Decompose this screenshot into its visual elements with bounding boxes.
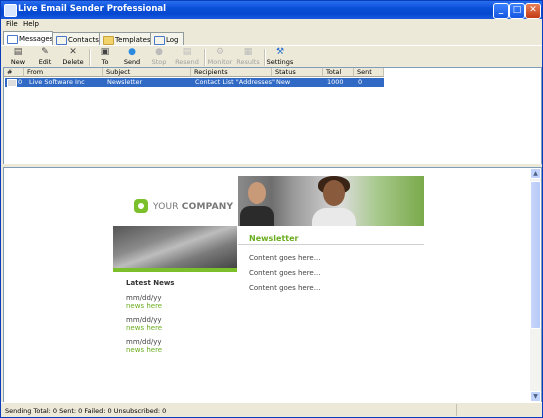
cell-status: New <box>276 78 291 86</box>
maximize-button[interactable]: □ <box>509 3 525 19</box>
messages-table: # From Subject Recipients Status Total S… <box>3 67 542 165</box>
column-header-total[interactable]: Total <box>323 68 354 77</box>
cell-from: Live Software Inc <box>29 78 85 86</box>
contacts-icon <box>56 36 67 45</box>
status-text: Sending Total: 0 Sent: 0 Failed: 0 Unsub… <box>5 407 167 415</box>
status-bar: Sending Total: 0 Sent: 0 Failed: 0 Unsub… <box>1 402 542 418</box>
photo-woman-face <box>323 180 345 206</box>
photo-man-body <box>240 206 274 226</box>
cell-recipients: Contact List "Addresses" <box>195 78 276 86</box>
photo-man-face <box>248 182 266 204</box>
settings-icon: ⚒ <box>275 47 285 57</box>
window-title: Live Email Sender Professional <box>18 4 167 14</box>
scroll-down-icon[interactable]: ▼ <box>530 391 541 402</box>
content-line: Content goes here... <box>249 269 321 277</box>
tab-templates[interactable]: Templates <box>99 32 151 45</box>
monitor-icon: ⚙ <box>215 47 225 57</box>
news-date: mm/dd/yy <box>126 338 162 346</box>
new-icon: ▤ <box>13 47 23 57</box>
menu-help[interactable]: Help <box>23 20 39 28</box>
to-icon: ▣ <box>100 47 110 57</box>
tab-strip: Messages Contacts Templates Log <box>1 31 542 46</box>
column-header-subject[interactable]: Subject <box>103 68 191 77</box>
settings-button[interactable]: ⚒ Settings <box>266 47 294 67</box>
news-link[interactable]: news here <box>126 302 162 310</box>
tab-log[interactable]: Log <box>150 32 184 45</box>
table-row[interactable]: 0 Live Software Inc Newsletter Contact L… <box>5 78 384 87</box>
tab-label: Templates <box>115 36 151 44</box>
cell-total: 1000 <box>327 78 344 86</box>
content-line: Content goes here... <box>249 254 321 262</box>
results-button[interactable]: ▦ Results <box>234 47 262 67</box>
messages-icon <box>7 35 18 44</box>
company-logo-text: YOUR COMPANY <box>153 202 233 212</box>
column-header-recipients[interactable]: Recipients <box>191 68 272 77</box>
delete-icon: ✕ <box>69 47 77 57</box>
content-line: Content goes here... <box>249 284 321 292</box>
news-date: mm/dd/yy <box>126 294 162 302</box>
header-photo <box>238 176 424 226</box>
log-icon <box>154 36 165 45</box>
app-window: Live Email Sender Professional _ □ ✕ Fil… <box>0 0 543 418</box>
news-date: mm/dd/yy <box>126 316 162 324</box>
resend-button[interactable]: ▤ Resend <box>173 47 201 67</box>
message-preview: YOUR COMPANY Newsletter Content goes her… <box>3 167 542 403</box>
status-pane <box>456 404 457 416</box>
toolbar: ▤ New ✎ Edit ✕ Delete ▣ To ● Send ● Stop… <box>1 45 542 68</box>
folder-icon <box>103 36 114 45</box>
column-header-sent[interactable]: Sent <box>354 68 384 77</box>
green-divider <box>113 268 237 272</box>
resend-icon: ▤ <box>182 47 192 57</box>
tab-label: Contacts <box>68 36 99 44</box>
button-label: Settings <box>266 58 294 66</box>
stop-icon: ● <box>155 47 163 57</box>
menu-file[interactable]: File <box>6 20 18 28</box>
column-header-number[interactable]: # <box>4 68 24 77</box>
latest-news-title: Latest News <box>126 279 175 287</box>
results-icon: ▦ <box>243 47 253 57</box>
send-icon: ● <box>128 47 136 57</box>
preview-scrollbar[interactable]: ▲ ▼ <box>530 168 541 402</box>
news-link[interactable]: news here <box>126 324 162 332</box>
column-header-from[interactable]: From <box>24 68 103 77</box>
cell-subject: Newsletter <box>107 78 143 86</box>
app-icon <box>4 4 17 17</box>
edit-icon: ✎ <box>41 47 49 57</box>
close-button[interactable]: ✕ <box>525 3 541 19</box>
column-header-status[interactable]: Status <box>272 68 323 77</box>
cell-sent: 0 <box>358 78 363 86</box>
tab-label: Log <box>166 36 179 44</box>
newsletter-rule <box>238 244 424 245</box>
delete-button[interactable]: ✕ Delete <box>59 47 87 67</box>
news-link[interactable]: news here <box>126 346 162 354</box>
menu-bar: File Help <box>1 19 542 31</box>
title-bar[interactable]: Live Email Sender Professional _ □ ✕ <box>1 1 542 19</box>
scroll-up-icon[interactable]: ▲ <box>530 168 541 179</box>
scroll-thumb[interactable] <box>530 181 541 329</box>
cell-number: 0 <box>18 78 23 86</box>
tab-messages[interactable]: Messages <box>3 31 53 46</box>
photo-woman-body <box>312 208 356 226</box>
message-icon <box>7 79 17 87</box>
company-logo-icon <box>134 199 148 213</box>
newsletter-title: Newsletter <box>249 234 299 243</box>
logo-your: YOUR <box>153 202 182 212</box>
minimize-button[interactable]: _ <box>493 3 509 19</box>
tab-label: Messages <box>19 35 54 43</box>
tab-contacts[interactable]: Contacts <box>52 32 100 45</box>
road-image <box>113 226 237 268</box>
logo-company: COMPANY <box>181 202 234 212</box>
